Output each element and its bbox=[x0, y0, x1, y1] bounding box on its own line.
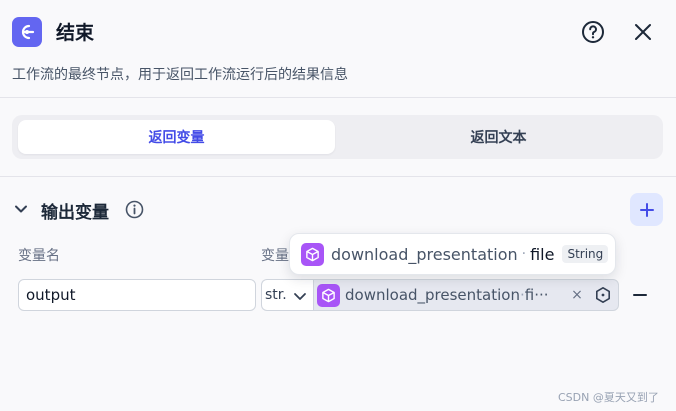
section-divider bbox=[0, 176, 676, 177]
node-description: 工作流的最终节点，用于返回工作流运行后的结果信息 bbox=[12, 67, 348, 83]
collapse-toggle[interactable] bbox=[12, 200, 30, 218]
plus-icon bbox=[639, 202, 654, 217]
variable-node-name: download_presentation bbox=[345, 286, 520, 304]
variable-type-select[interactable]: str. bbox=[261, 279, 313, 311]
variable-pill-text: download_presentation·fi··· bbox=[345, 286, 567, 304]
variable-picker-icon bbox=[596, 287, 610, 303]
variable-field-name: fi··· bbox=[524, 286, 549, 304]
watermark: CSDN @夏天又到了 bbox=[558, 391, 659, 404]
tooltip-field-name: file bbox=[530, 244, 555, 264]
close-icon bbox=[635, 24, 651, 40]
tooltip-node-name: download_presentation bbox=[331, 244, 518, 264]
minus-icon bbox=[633, 294, 647, 296]
variable-name-input[interactable] bbox=[18, 279, 256, 311]
help-circle-icon bbox=[582, 21, 604, 43]
column-header-name: 变量名 bbox=[18, 248, 60, 264]
variable-reference-field[interactable]: download_presentation·fi··· × bbox=[313, 279, 619, 311]
info-circle-icon[interactable] bbox=[124, 199, 144, 219]
tooltip-type-badge: String bbox=[562, 245, 609, 263]
end-node-icon bbox=[12, 17, 42, 47]
tab-return-text[interactable]: 返回文本 bbox=[340, 120, 657, 154]
node-header: 结束 工作流的最终节点，用于返回工作流运行后的结果信息 bbox=[0, 0, 676, 98]
return-mode-tabs: 返回变量 返回文本 bbox=[12, 115, 663, 159]
section-title: 输出变量 bbox=[41, 203, 109, 223]
page-title: 结束 bbox=[56, 22, 95, 44]
add-variable-button[interactable] bbox=[630, 193, 663, 226]
variable-tooltip: download_presentation · file String bbox=[289, 233, 616, 275]
cube-icon bbox=[317, 283, 340, 307]
variable-type-value: str. bbox=[265, 287, 287, 303]
tab-return-variable[interactable]: 返回变量 bbox=[18, 120, 335, 154]
column-header-variable: 变量 bbox=[261, 248, 289, 264]
clear-variable-button[interactable]: × bbox=[570, 286, 584, 304]
cube-icon bbox=[301, 242, 324, 266]
variable-picker-button[interactable] bbox=[593, 285, 613, 305]
chevron-down-icon bbox=[15, 205, 27, 213]
tooltip-separator: · bbox=[521, 246, 527, 262]
close-button[interactable] bbox=[630, 19, 656, 45]
chevron-down-icon bbox=[294, 293, 306, 300]
variable-pill: download_presentation·fi··· bbox=[317, 283, 567, 307]
remove-variable-button[interactable] bbox=[630, 285, 650, 305]
help-button[interactable] bbox=[580, 19, 606, 45]
